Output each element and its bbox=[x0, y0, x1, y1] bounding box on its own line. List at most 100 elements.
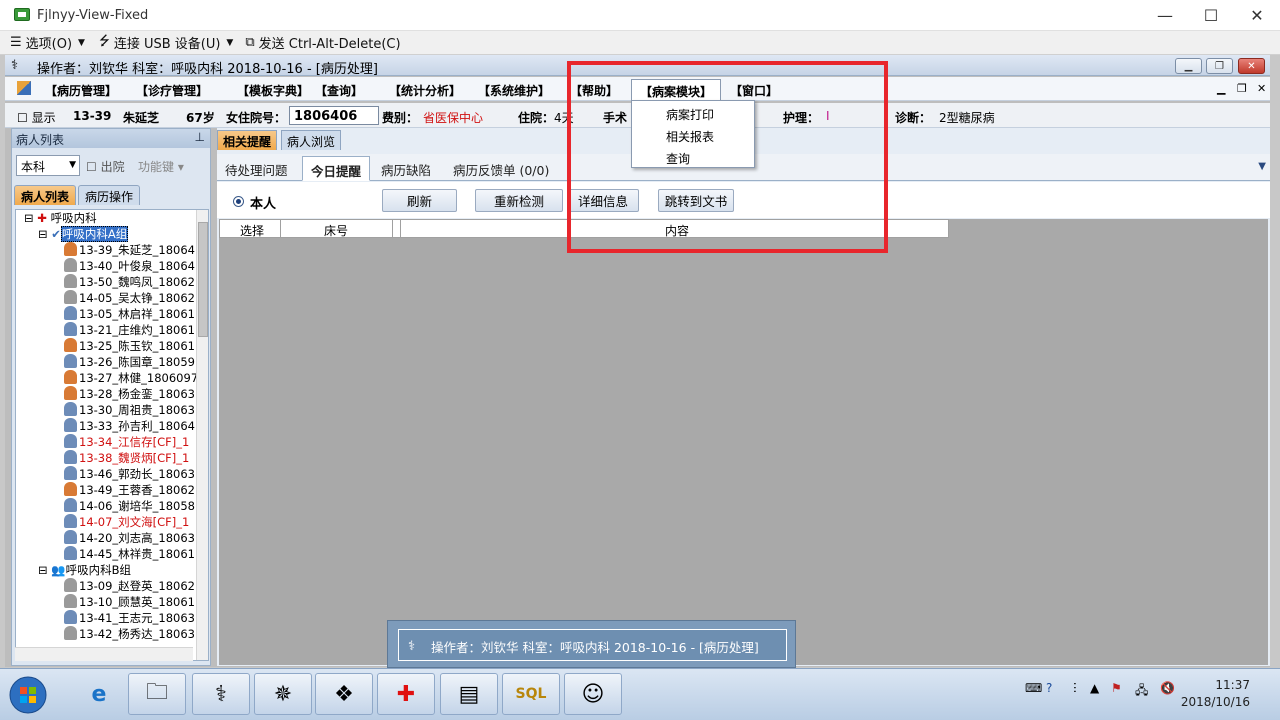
mdi-minimize-button[interactable]: ▁ bbox=[1217, 82, 1225, 95]
ime-icon[interactable]: ⵗ bbox=[1073, 681, 1077, 695]
tab-reminders[interactable]: 相关提醒 bbox=[217, 130, 278, 150]
menu-item-case-query[interactable]: 查询 bbox=[666, 150, 690, 167]
taskbar-preview[interactable]: 操作者：刘钦华 科室：呼吸内科 2018-10-16 - [病历处理] ⚕ bbox=[387, 620, 796, 668]
app-minimize-button[interactable]: ▁ bbox=[1175, 58, 1202, 74]
close-button[interactable]: ✕ bbox=[1234, 0, 1280, 31]
patient-tree-item[interactable]: 13-39_朱延芝_18064 bbox=[64, 242, 195, 258]
patient-tree-item[interactable]: 14-05_吴太铮_18062 bbox=[64, 290, 195, 306]
help-icon[interactable]: ? bbox=[1046, 681, 1052, 695]
doctor-app-icon[interactable]: ⚕ bbox=[192, 673, 250, 715]
doctor-icon: ⚕ bbox=[408, 639, 416, 654]
monitor-icon[interactable]: ▤ bbox=[440, 673, 498, 715]
patient-tree-item[interactable]: 13-30_周祖贵_18063 bbox=[64, 402, 195, 418]
send-cad-button[interactable]: ⧉ 发送 Ctrl-Alt-Delete(C) bbox=[245, 33, 400, 52]
menu-item-case-print[interactable]: 病案打印 bbox=[666, 106, 714, 123]
nurse-app-icon[interactable]: ☺ bbox=[564, 673, 622, 715]
patient-tree-item[interactable]: 13-33_孙吉利_18064 bbox=[64, 418, 195, 434]
patient-tree-item[interactable]: 13-34_江信存[CF]_1 bbox=[64, 434, 189, 450]
patient-tree-item[interactable]: 14-45_林祥贵_18061 bbox=[64, 546, 195, 562]
col-bed[interactable]: 床号 bbox=[324, 222, 348, 239]
tree-root[interactable]: ⊟ ✚ 呼吸内科 bbox=[24, 210, 97, 226]
clock[interactable]: 11:37 2018/10/16 bbox=[1181, 677, 1250, 711]
maximize-button[interactable]: ☐ bbox=[1188, 0, 1234, 31]
scrollbar-thumb[interactable] bbox=[198, 222, 208, 337]
inpatient-number-field[interactable]: 1806406 bbox=[289, 106, 379, 125]
patient-tree-item[interactable]: 13-50_魏鸣凤_18062 bbox=[64, 274, 195, 290]
volume-muted-icon[interactable]: 🔇 bbox=[1160, 681, 1175, 695]
patient-tree-item[interactable]: 13-26_陈国章_18059 bbox=[64, 354, 195, 370]
patient-tree-item[interactable]: 13-05_林启祥_18061 bbox=[64, 306, 195, 322]
options-menu[interactable]: ☰ 选项(O) ▼ bbox=[10, 33, 85, 52]
mdi-close-button[interactable]: ✕ bbox=[1257, 82, 1266, 95]
app-menu-icon[interactable] bbox=[17, 81, 31, 95]
jump-to-document-button[interactable]: 跳转到文书 bbox=[658, 189, 734, 212]
department-select[interactable]: 本科 ▼ bbox=[16, 155, 80, 176]
patient-tree-item[interactable]: 13-27_林健_1806097 bbox=[64, 370, 198, 386]
col-select[interactable]: 选择 bbox=[240, 222, 264, 239]
sql-icon[interactable]: SQL bbox=[502, 673, 560, 715]
network-icon[interactable]: 🖧 bbox=[1135, 681, 1148, 702]
menu-help[interactable]: 【帮助】 bbox=[570, 82, 618, 99]
patient-tree-item[interactable]: 13-46_郭劲长_18063 bbox=[64, 466, 195, 482]
menu-templates[interactable]: 【模板字典】 bbox=[237, 82, 309, 99]
patient-tree-item[interactable]: 13-10_顾慧英_18061 bbox=[64, 594, 195, 610]
app-close-button[interactable]: ✕ bbox=[1238, 58, 1265, 74]
patient-tree-item[interactable]: 13-09_赵登英_18062 bbox=[64, 578, 195, 594]
subtab-feedback[interactable]: 病历反馈单 (0/0) bbox=[445, 156, 557, 181]
patient-tree-item[interactable]: 13-25_陈玉钦_18061 bbox=[64, 338, 195, 354]
patient-tree-item[interactable]: 13-49_王蓉香_18062 bbox=[64, 482, 195, 498]
mdi-restore-button[interactable]: ❐ bbox=[1237, 82, 1247, 95]
function-key-select[interactable]: 功能键 ▾ bbox=[138, 158, 184, 175]
tab-patient-browse[interactable]: 病人浏览 bbox=[281, 130, 342, 150]
compass-icon[interactable]: ✵ bbox=[254, 673, 312, 715]
menu-query[interactable]: 【查询】 bbox=[315, 82, 363, 99]
start-button[interactable] bbox=[6, 673, 56, 717]
tab-patient-list[interactable]: 病人列表 bbox=[14, 185, 77, 205]
patient-tree-item[interactable]: 14-20_刘志高_18063 bbox=[64, 530, 195, 546]
refresh-button[interactable]: 刷新 bbox=[382, 189, 457, 212]
horizontal-scrollbar[interactable] bbox=[15, 647, 193, 661]
subtab-today[interactable]: 今日提醒 bbox=[302, 156, 371, 181]
tab-record-operations[interactable]: 病历操作 bbox=[78, 185, 141, 205]
crystal-icon[interactable]: ❖ bbox=[315, 673, 373, 715]
menu-statistics[interactable]: 【统计分析】 bbox=[389, 82, 461, 99]
flag-icon[interactable]: ⚑ bbox=[1111, 681, 1122, 695]
patient-tree-item[interactable]: 13-28_杨金銮_18063 bbox=[64, 386, 195, 402]
keyboard-icon[interactable]: ⌨ bbox=[1025, 681, 1042, 695]
patient-icon bbox=[64, 546, 77, 560]
discharge-checkbox[interactable]: ☐ 出院 bbox=[86, 158, 125, 175]
details-button[interactable]: 详细信息 bbox=[567, 189, 639, 212]
show-checkbox[interactable]: ☐ 显示 bbox=[17, 109, 56, 126]
red-cross-icon[interactable]: ✚ bbox=[377, 673, 435, 715]
menu-case-module[interactable]: 【病案模块】 bbox=[631, 79, 722, 101]
app-restore-button[interactable]: ❐ bbox=[1206, 58, 1233, 74]
minimize-button[interactable]: — bbox=[1142, 0, 1188, 31]
menu-item-related-reports[interactable]: 相关报表 bbox=[666, 128, 714, 145]
recheck-button[interactable]: 重新检测 bbox=[475, 189, 563, 212]
ie-icon[interactable]: e bbox=[70, 673, 128, 715]
col-content[interactable]: 内容 bbox=[665, 222, 689, 239]
pin-icon[interactable]: ⊥ bbox=[195, 130, 205, 144]
menu-system[interactable]: 【系统维护】 bbox=[478, 82, 550, 99]
subtab-pending[interactable]: 待处理问题 bbox=[217, 156, 296, 181]
explorer-icon[interactable]: 🗀 bbox=[128, 673, 186, 715]
tree-group-b[interactable]: ⊟ 👥呼吸内科B组 bbox=[38, 562, 131, 578]
menu-medical-records[interactable]: 【病历管理】 bbox=[45, 82, 117, 99]
stay-label: 住院： bbox=[518, 111, 555, 125]
menu-window[interactable]: 【窗口】 bbox=[730, 82, 778, 99]
patient-tree-item[interactable]: 13-40_叶俊泉_18064 bbox=[64, 258, 195, 274]
patient-tree-item[interactable]: 14-07_刘文海[CF]_1 bbox=[64, 514, 189, 530]
patient-tree-item[interactable]: 14-06_谢培华_18058 bbox=[64, 498, 195, 514]
chevron-down-icon[interactable]: ▼ bbox=[1258, 161, 1266, 172]
tree-scrollbar[interactable] bbox=[196, 210, 208, 660]
patient-tree-item[interactable]: 13-21_庄维灼_18061 bbox=[64, 322, 195, 338]
subtab-defects[interactable]: 病历缺陷 bbox=[373, 156, 439, 181]
usb-menu[interactable]: ⭍ 连接 USB 设备(U) ▼ bbox=[99, 32, 233, 54]
show-hidden-icons[interactable]: ▲ bbox=[1090, 681, 1099, 695]
menu-treatment[interactable]: 【诊疗管理】 bbox=[136, 82, 208, 99]
self-radio[interactable] bbox=[233, 196, 244, 207]
patient-tree-item[interactable]: 13-38_魏贤炳[CF]_1 bbox=[64, 450, 189, 466]
patient-tree-item[interactable]: 13-42_杨秀达_18063 bbox=[64, 626, 195, 642]
patient-tree-item[interactable]: 13-41_王志元_18063 bbox=[64, 610, 195, 626]
tree-group-a[interactable]: ⊟ ✔呼吸内科A组 bbox=[38, 226, 129, 242]
